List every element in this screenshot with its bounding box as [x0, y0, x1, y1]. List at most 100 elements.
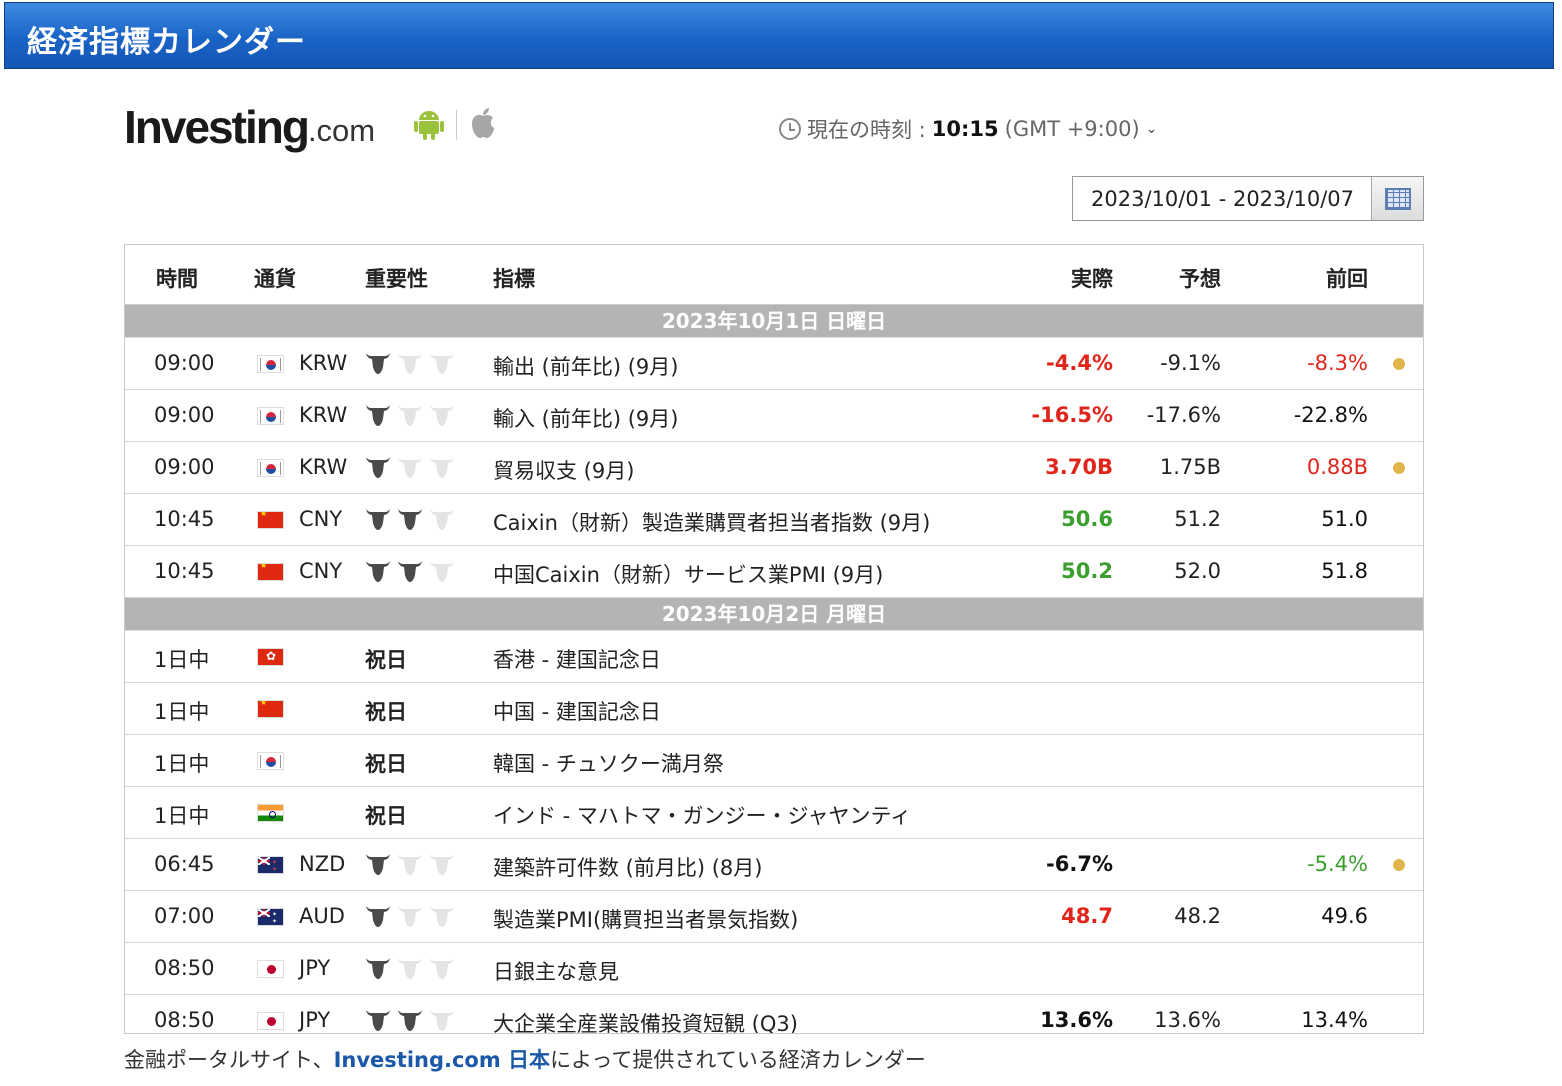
bull-icon: [429, 955, 455, 986]
table-row[interactable]: 1日中 祝日 インド - マハトマ・ガンジー・ジャヤンティ: [125, 787, 1423, 839]
clock-icon: [779, 118, 801, 140]
previous-value: 13.4%: [1301, 1008, 1368, 1032]
flag-hk-icon: [257, 648, 284, 666]
event-time: 1日中: [154, 648, 210, 672]
bull-icon: [365, 851, 391, 882]
currency-code: KRW: [299, 455, 348, 479]
event-name[interactable]: 中国Caixin（財新）サービス業PMI (9月): [493, 559, 883, 589]
apple-icon[interactable]: [469, 107, 497, 143]
investing-logo[interactable]: Investing .com: [124, 98, 375, 150]
event-name[interactable]: 輸入 (前年比) (9月): [493, 403, 678, 433]
forecast-value: 48.2: [1174, 904, 1221, 928]
holiday-label: 祝日: [365, 752, 407, 776]
table-row[interactable]: 1日中 祝日 中国 - 建国記念日: [125, 683, 1423, 735]
event-name[interactable]: 製造業PMI(購買担当者景気指数): [493, 904, 798, 934]
table-header: 時間 通貨 重要性 指標 実際 予想 前回: [125, 245, 1423, 305]
flag-jp-icon: [257, 1012, 284, 1030]
chevron-down-icon[interactable]: ⌄: [1146, 121, 1158, 137]
date-group-header: 2023年10月2日 月曜日: [125, 598, 1423, 631]
bull-icon: [397, 506, 423, 537]
bull-icon: [429, 851, 455, 882]
importance-rating: [365, 1007, 455, 1033]
revised-dot-icon: [1393, 859, 1405, 871]
flag-cn-icon: [257, 511, 284, 529]
importance-rating: [365, 558, 455, 589]
event-time: 07:00: [154, 904, 215, 928]
col-actual: 実際: [1071, 267, 1113, 291]
forecast-value: -17.6%: [1146, 403, 1221, 427]
importance-rating: [365, 454, 455, 485]
table-row[interactable]: 10:45 CNY 中国Caixin（財新）サービス業PMI (9月) 50.2 52.…: [125, 546, 1423, 598]
event-time: 08:50: [154, 1008, 215, 1032]
current-time[interactable]: 現在の時刻 : 10:15 (GMT +9:00) ⌄: [779, 114, 1157, 144]
table-row[interactable]: 09:00 KRW 輸入 (前年比) (9月) -16.5% -17.6% -22.8%: [125, 390, 1423, 442]
flag-au-icon: [257, 908, 284, 926]
logo-main-text: Investing: [124, 101, 310, 153]
event-name[interactable]: 建築許可件数 (前月比) (8月): [493, 852, 762, 882]
holiday-label: 祝日: [365, 648, 407, 672]
actual-value: 50.6: [1061, 507, 1113, 531]
forecast-value: 52.0: [1174, 559, 1221, 583]
actual-value: -16.5%: [1031, 403, 1113, 427]
bull-icon: [397, 955, 423, 986]
table-row[interactable]: 07:00 AUD 製造業PMI(購買担当者景気指数) 48.7 48.2 49.6: [125, 891, 1423, 943]
logo-suffix-text: .com: [307, 113, 376, 148]
event-time: 1日中: [154, 752, 210, 776]
current-time-label: 現在の時刻 :: [807, 118, 926, 142]
bull-icon: [397, 851, 423, 882]
table-row[interactable]: 1日中 祝日 韓国 - チュソクー満月祭: [125, 735, 1423, 787]
footer-prefix: 金融ポータルサイト、: [124, 1048, 334, 1072]
holiday-label: 祝日: [365, 804, 407, 828]
event-name[interactable]: Caixin（財新）製造業購買者担当者指数 (9月): [493, 507, 930, 537]
table-body: 2023年10月1日 日曜日 09:00 KRW 輸出 (前年比) (9月) -4.4%…: [125, 305, 1423, 1033]
android-icon[interactable]: [414, 106, 444, 144]
bull-icon: [429, 558, 455, 589]
bull-icon: [397, 903, 423, 934]
event-name[interactable]: 輸出 (前年比) (9月): [493, 351, 678, 381]
footer-credit: 金融ポータルサイト、Investing.com 日本によって提供されている経済カ…: [124, 1044, 926, 1074]
event-name[interactable]: 大企業全産業設備投資短観 (Q3): [493, 1008, 798, 1033]
date-range-picker[interactable]: 2023/10/01 - 2023/10/07: [1072, 176, 1424, 221]
event-name[interactable]: インド - マハトマ・ガンジー・ジャヤンティ: [493, 800, 911, 830]
table-row[interactable]: 10:45 CNY Caixin（財新）製造業購買者担当者指数 (9月) 50.6 51…: [125, 494, 1423, 546]
event-name[interactable]: 韓国 - チュソクー満月祭: [493, 748, 724, 778]
date-range-input[interactable]: 2023/10/01 - 2023/10/07: [1073, 177, 1371, 220]
table-row[interactable]: 09:00 KRW 輸出 (前年比) (9月) -4.4% -9.1% -8.3%: [125, 338, 1423, 390]
importance-rating: [365, 955, 455, 986]
bull-icon: [397, 454, 423, 485]
previous-value: 51.8: [1321, 559, 1368, 583]
bull-icon: [365, 955, 391, 986]
bull-icon: [365, 454, 391, 485]
previous-value: -22.8%: [1293, 403, 1368, 427]
event-name[interactable]: 貿易収支 (9月): [493, 455, 634, 485]
date-group-header: 2023年10月1日 日曜日: [125, 305, 1423, 338]
table-row[interactable]: 06:45 NZD 建築許可件数 (前月比) (8月) -6.7% -5.4%: [125, 839, 1423, 891]
forecast-value: 13.6%: [1154, 1008, 1221, 1032]
bull-icon: [365, 350, 391, 381]
event-name[interactable]: 香港 - 建国記念日: [493, 644, 661, 674]
event-name[interactable]: 中国 - 建国記念日: [493, 696, 661, 726]
bull-icon: [429, 506, 455, 537]
table-row[interactable]: 08:50 JPY 日銀主な意見: [125, 943, 1423, 995]
flag-jp-icon: [257, 960, 284, 978]
col-event: 指標: [493, 267, 535, 291]
currency-code: JPY: [299, 1008, 331, 1032]
bull-icon: [429, 350, 455, 381]
event-time: 10:45: [154, 559, 215, 583]
bull-icon: [365, 402, 391, 433]
flag-kr-icon: [257, 407, 284, 425]
previous-value: 49.6: [1321, 904, 1368, 928]
bull-icon: [429, 1007, 455, 1033]
current-time-value: 10:15: [931, 117, 999, 141]
investing-jp-link[interactable]: Investing.com 日本: [334, 1048, 550, 1072]
event-name[interactable]: 日銀主な意見: [493, 956, 619, 986]
table-row[interactable]: 08:50 JPY 大企業全産業設備投資短観 (Q3) 13.6% 13.6% 13.4%: [125, 995, 1423, 1033]
importance-rating: [365, 851, 455, 882]
forecast-value: -9.1%: [1160, 351, 1221, 375]
calendar-button[interactable]: [1371, 177, 1423, 220]
event-time: 1日中: [154, 804, 210, 828]
table-row[interactable]: 09:00 KRW 貿易収支 (9月) 3.70B 1.75B 0.88B: [125, 442, 1423, 494]
flag-nz-icon: [257, 856, 284, 874]
actual-value: 50.2: [1061, 559, 1113, 583]
table-row[interactable]: 1日中 祝日 香港 - 建国記念日: [125, 631, 1423, 683]
